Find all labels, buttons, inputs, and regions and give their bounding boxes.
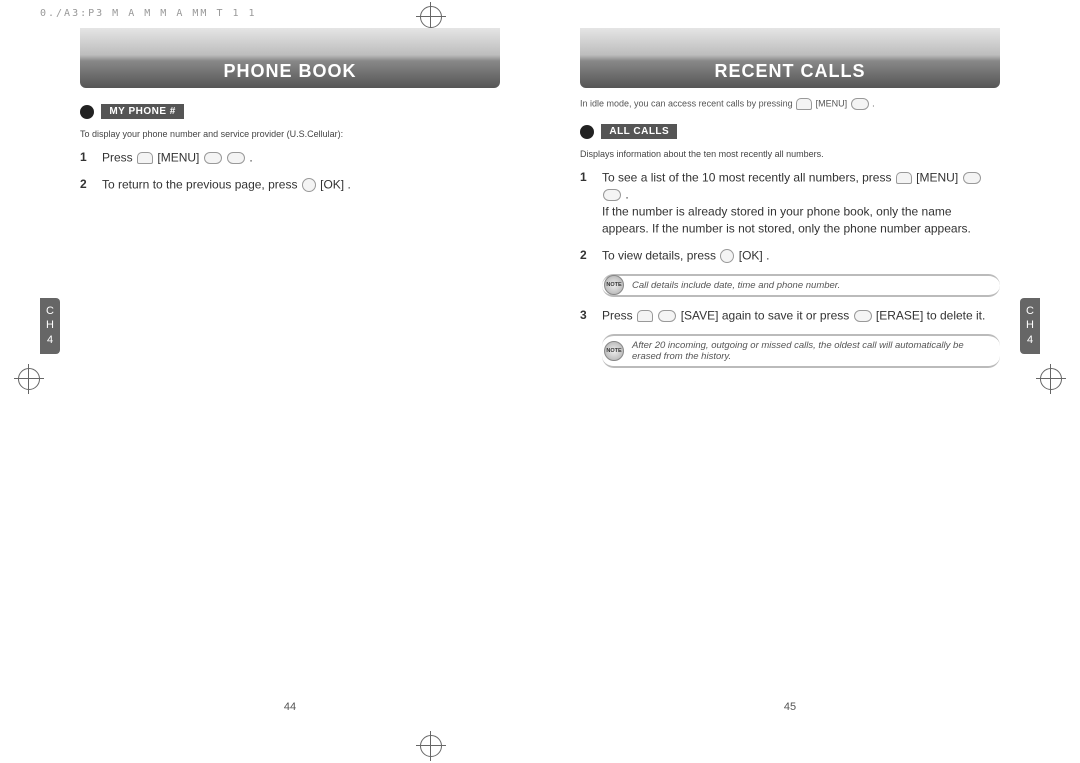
step-body: To view details, press [OK] . [602,247,1000,264]
step-text: again to save it or press [722,309,853,323]
left-page: C H 4 PHONE BOOK MY PHONE # To display y… [40,28,540,723]
registration-mark-icon [420,735,442,757]
step-item: 2 To view details, press [OK] . [580,247,1000,264]
registration-mark-icon [18,368,40,390]
softkey-icon [137,152,153,164]
step-number: 2 [80,176,102,192]
steps-right: 1 To see a list of the 10 most recently … [580,169,1000,264]
idle-mode-intro: In idle mode, you can access recent call… [580,98,1000,110]
registration-mark-icon [420,6,442,28]
note-history-limit: NOTE After 20 incoming, outgoing or miss… [602,334,1000,368]
section-all-calls: ALL CALLS [580,124,677,139]
step-text: . [625,188,628,202]
chapter-tab-right: C H 4 [1020,298,1040,354]
page-title: PHONE BOOK [80,61,500,82]
step-number: 3 [580,307,602,323]
right-page-header: RECENT CALLS [580,28,1000,88]
softkey-icon [796,98,812,110]
page-number-left: 44 [40,701,540,713]
numkey-icon [204,152,222,164]
step-item: 1 To see a list of the 10 most recently … [580,169,1000,237]
note-call-details: NOTE Call details include date, time and… [602,274,1000,297]
step-number: 1 [80,149,102,165]
step-text: . [347,178,350,192]
step-item: 2 To return to the previous page, press … [80,176,500,193]
step-item: 3 Press [SAVE] again to save it or press… [580,307,1000,324]
left-page-header: PHONE BOOK [80,28,500,88]
step-body: Press [SAVE] again to save it or press [… [602,307,1000,324]
note-text: After 20 incoming, outgoing or missed ca… [632,340,964,362]
numkey-icon [658,310,676,322]
save-label: [SAVE] [681,309,719,323]
step-body: To see a list of the 10 most recently al… [602,169,1000,237]
step-text: . [766,249,769,263]
section-intro: Displays information about the ten most … [580,149,1000,159]
bullet-icon [580,125,594,139]
intro-text: . [872,98,875,108]
erase-label: [ERASE] [876,309,923,323]
step-text: Press [102,151,136,165]
softkey-icon [896,172,912,184]
chapter-tab-left: C H 4 [40,298,60,354]
note-text: Call details include date, time and phon… [632,280,840,291]
ok-key-icon [302,178,316,192]
ok-label: [OK] [739,249,763,263]
step-text: . [249,151,252,165]
steps-left: 1 Press [MENU] . 2 To return to the prev… [80,149,500,193]
note-icon: NOTE [604,341,624,361]
section-my-phone: MY PHONE # [80,104,184,119]
numkey-icon [227,152,245,164]
step-text: To view details, press [602,249,719,263]
steps-right-cont: 3 Press [SAVE] again to save it or press… [580,307,1000,324]
numkey-icon [963,172,981,184]
note-icon: NOTE [604,275,624,295]
ok-key-icon [720,249,734,263]
section-intro: To display your phone number and service… [80,129,500,139]
menu-label: [MENU] [816,98,848,108]
right-page: C H 4 RECENT CALLS In idle mode, you can… [540,28,1040,723]
page-number-right: 45 [540,701,1040,713]
page-title: RECENT CALLS [580,61,1000,82]
step-item: 1 Press [MENU] . [80,149,500,166]
intro-text: In idle mode, you can access recent call… [580,98,795,108]
registration-mark-icon [1040,368,1062,390]
page-spread: C H 4 PHONE BOOK MY PHONE # To display y… [40,28,1040,723]
numkey-icon [851,98,869,110]
step-text: To return to the previous page, press [102,178,301,192]
section-label-pill: MY PHONE # [101,104,184,119]
numkey-icon [854,310,872,322]
section-label-pill: ALL CALLS [601,124,677,139]
step-text: If the number is already stored in your … [602,205,971,236]
step-body: Press [MENU] . [102,149,500,166]
step-number: 2 [580,247,602,263]
softkey-icon [637,310,653,322]
menu-label: [MENU] [916,171,958,185]
step-body: To return to the previous page, press [O… [102,176,500,193]
bullet-icon [80,105,94,119]
step-text: Press [602,309,636,323]
menu-label: [MENU] [157,151,199,165]
numkey-icon [603,189,621,201]
ok-label: [OK] [320,178,344,192]
step-number: 1 [580,169,602,185]
doc-metadata-line: 0./A3:P3 M A M M A MM T 1 1 [40,8,1040,19]
step-text: To see a list of the 10 most recently al… [602,171,895,185]
step-text: to delete it. [927,309,986,323]
